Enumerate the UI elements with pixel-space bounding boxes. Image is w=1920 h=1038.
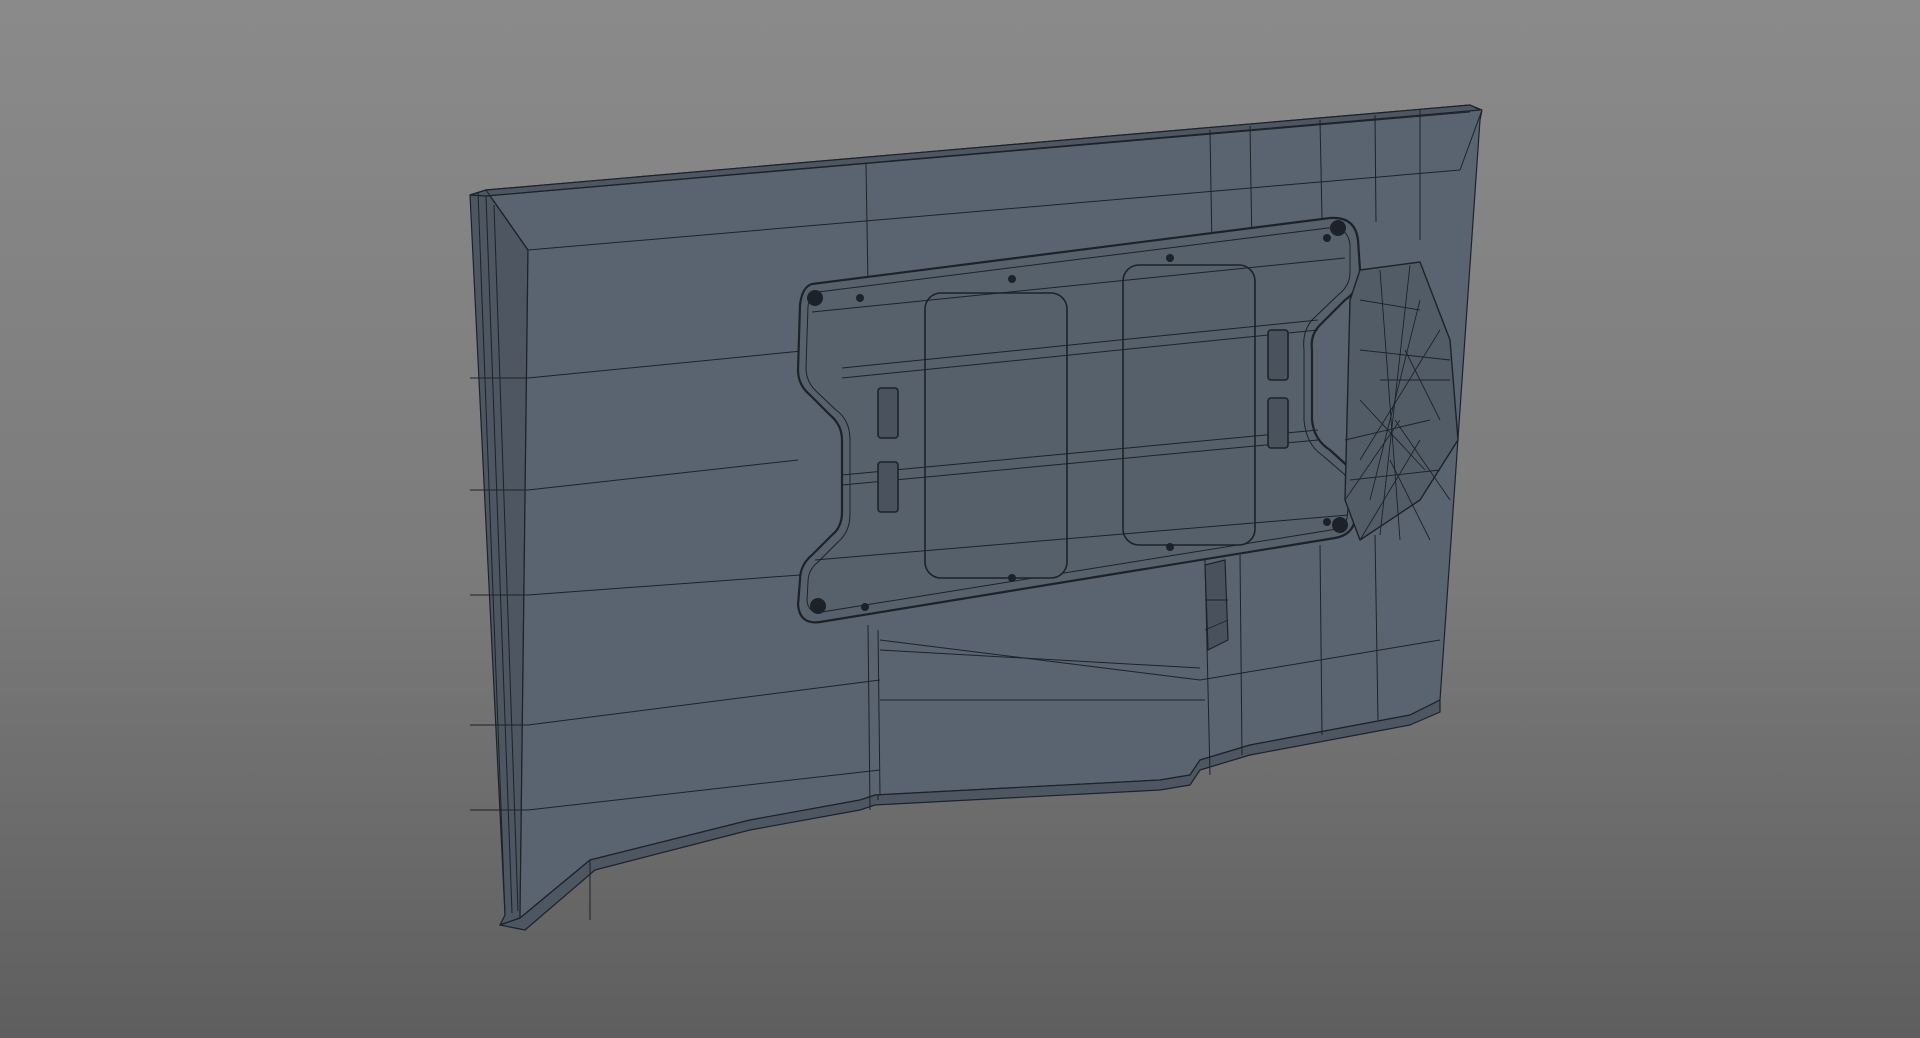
screw-hole-icon	[1008, 574, 1016, 582]
tv-back-wireframe-render	[469, 104, 1483, 931]
screw-hole-icon	[1323, 518, 1331, 526]
screw-hole-icon	[1323, 234, 1331, 242]
corner-clip-icon	[1330, 220, 1346, 236]
bracket-slot	[1267, 397, 1289, 449]
bracket-recess-right	[1122, 264, 1256, 546]
bracket-slot	[877, 461, 899, 513]
screw-hole-icon	[1166, 543, 1174, 551]
corner-clip-icon	[810, 598, 826, 614]
port-recess	[1204, 559, 1229, 651]
corner-clip-icon	[1332, 517, 1348, 533]
corner-clip-icon	[807, 290, 823, 306]
screw-hole-icon	[861, 603, 869, 611]
screw-hole-icon	[1008, 275, 1016, 283]
screw-hole-icon	[1166, 254, 1174, 262]
bracket-slot	[877, 387, 899, 439]
bracket-recess-left	[924, 292, 1068, 579]
screw-hole-icon	[856, 294, 864, 302]
render-viewport	[0, 0, 1920, 1038]
bracket-slot	[1267, 329, 1289, 381]
